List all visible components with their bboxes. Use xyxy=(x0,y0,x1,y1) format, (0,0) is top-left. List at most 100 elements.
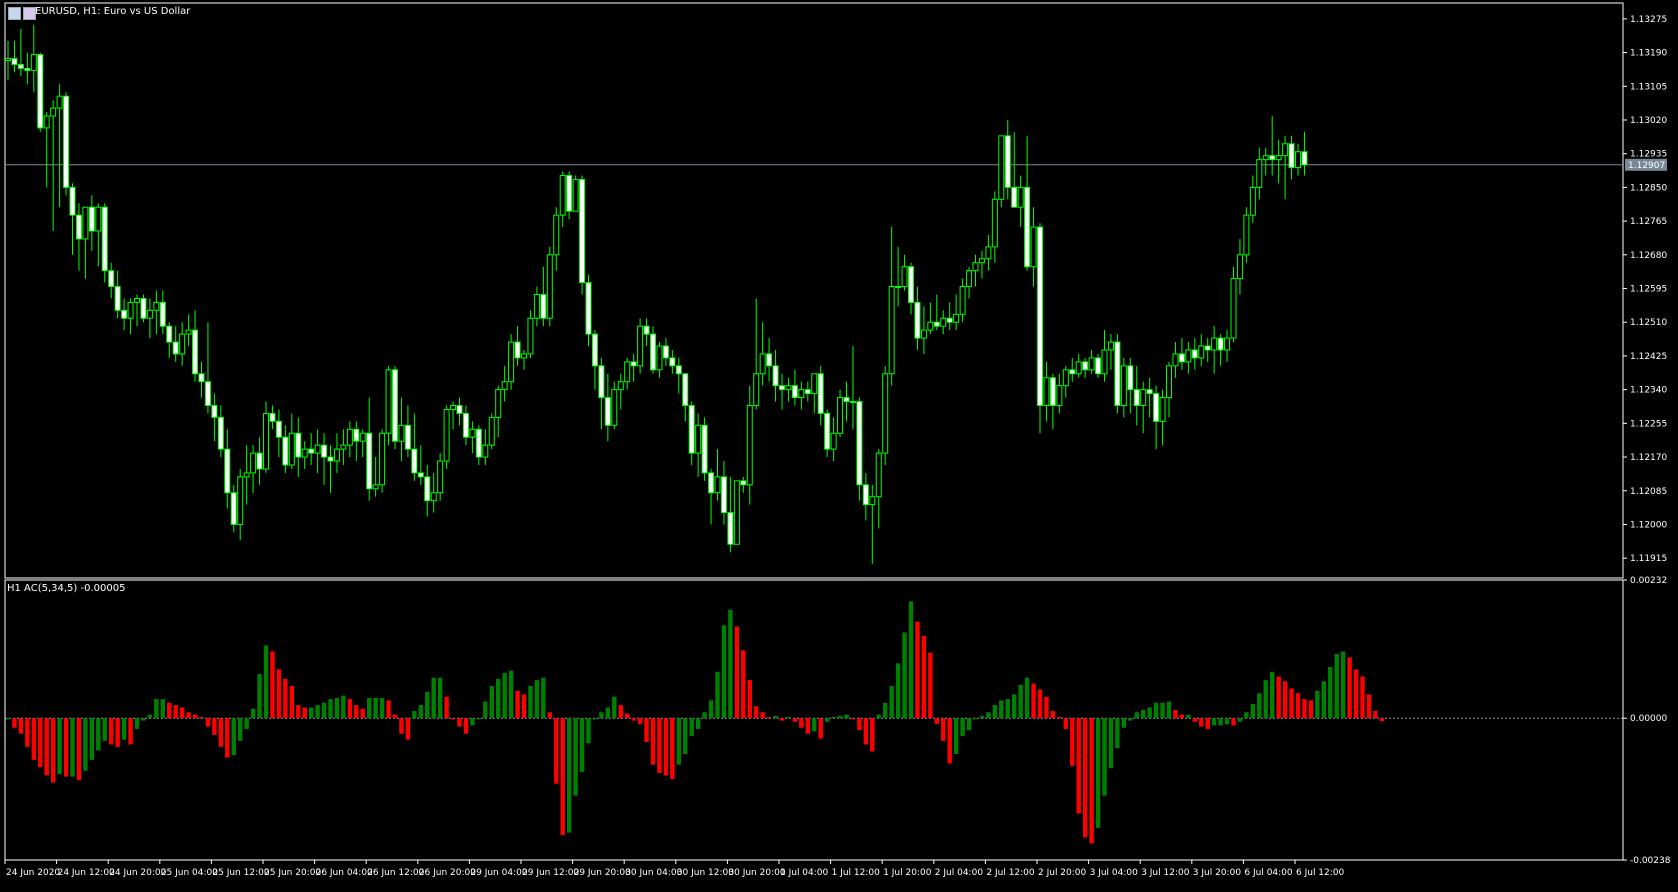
candle-body xyxy=(282,436,289,466)
ac-bar xyxy=(89,718,95,760)
ac-bar xyxy=(296,705,301,719)
candle-body xyxy=(966,270,973,288)
candle-body xyxy=(598,365,605,399)
candle-body xyxy=(153,301,160,311)
candle-body xyxy=(1011,186,1018,208)
time-tick-label: 1 Jul 12:00 xyxy=(832,868,881,878)
candle-body xyxy=(882,373,889,454)
candle-body xyxy=(1236,254,1243,280)
ac-bar xyxy=(1102,718,1107,796)
candle-body xyxy=(746,405,753,486)
ac-bar xyxy=(812,718,817,732)
ac-bar xyxy=(257,674,262,719)
ac-bar xyxy=(689,718,694,737)
time-tick-label: 26 Jun 12:00 xyxy=(367,868,424,878)
candle-body xyxy=(791,385,798,399)
candle-body xyxy=(572,178,579,212)
candle-body xyxy=(837,397,844,434)
time-tick-label: 6 Jul 04:00 xyxy=(1244,868,1293,878)
candle-body xyxy=(759,353,766,375)
candle-body xyxy=(1295,151,1301,169)
candle-body xyxy=(1062,369,1069,387)
ac-bar xyxy=(618,705,623,719)
ac-bar xyxy=(205,718,211,727)
candle-body xyxy=(1269,155,1276,161)
candle-body xyxy=(1101,349,1108,375)
ac-bar xyxy=(1250,703,1256,719)
ac-bar xyxy=(1160,702,1165,719)
ac-bar xyxy=(1224,718,1230,725)
candle-body xyxy=(540,293,547,319)
candle-body xyxy=(146,309,153,319)
ac-bar xyxy=(857,718,862,731)
candle-body xyxy=(462,412,469,438)
candle-body xyxy=(669,357,676,367)
ac-bar xyxy=(238,718,243,741)
ac-bar xyxy=(367,697,372,719)
ac-bar xyxy=(354,705,359,719)
ac-bar xyxy=(1321,681,1326,719)
price-tick-label: 1.13105 xyxy=(1630,82,1667,92)
candle-body xyxy=(1211,337,1218,351)
ac-bar xyxy=(218,718,224,747)
candle-body xyxy=(1114,341,1121,407)
ac-bar xyxy=(708,700,714,719)
ac-bar xyxy=(63,718,69,777)
candle-body xyxy=(204,381,211,407)
candle-body xyxy=(417,472,424,478)
ac-bar xyxy=(1179,714,1185,719)
ac-bar xyxy=(1057,717,1062,719)
time-tick-label: 24 Jun 12:00 xyxy=(58,868,115,878)
candle-body xyxy=(849,401,856,404)
candle-body xyxy=(50,107,57,117)
candle-body xyxy=(1178,353,1185,363)
candle-body xyxy=(559,175,566,216)
ac-bar xyxy=(625,713,630,719)
ac-bar xyxy=(57,718,62,775)
candle-body xyxy=(1088,357,1095,371)
time-tick-label: 30 Jun 12:00 xyxy=(677,868,734,878)
candle-body xyxy=(1172,353,1179,367)
ac-bar xyxy=(1276,676,1281,719)
ac-bar xyxy=(818,718,823,739)
ac-bar xyxy=(992,705,998,719)
candle-body xyxy=(1082,361,1089,371)
ac-bar xyxy=(1315,690,1320,719)
candle-body xyxy=(546,254,553,319)
candle-body xyxy=(488,416,495,446)
candle-body xyxy=(875,452,882,498)
ac-bar xyxy=(637,718,643,725)
candle-body xyxy=(1127,365,1134,391)
ac-bar xyxy=(657,718,662,774)
ac-bar xyxy=(1328,666,1333,719)
candle-body xyxy=(617,381,624,391)
candle-body xyxy=(114,286,121,311)
ac-bar xyxy=(876,714,881,719)
price-tick-label: 1.12340 xyxy=(1630,386,1667,396)
ac-bar xyxy=(1050,711,1056,719)
candle-body xyxy=(172,341,179,355)
candle-body xyxy=(501,381,508,391)
time-tick-label: 2 Jul 04:00 xyxy=(935,868,984,878)
candle-body xyxy=(450,405,457,410)
time-tick-label: 29 Jun 20:00 xyxy=(574,868,631,878)
ac-bar xyxy=(96,718,101,751)
candle-body xyxy=(314,444,321,454)
candle-body xyxy=(527,317,534,355)
ac-bar xyxy=(1147,707,1152,719)
ac-bar xyxy=(476,718,482,720)
chart-canvas[interactable]: 1.13275 1.13190 1.13105 1.13020 1.12935 1.128… xyxy=(0,0,1678,888)
candle-body xyxy=(824,412,831,450)
candle-body xyxy=(888,286,895,375)
ac-bar xyxy=(1141,709,1146,719)
ac-bar xyxy=(76,718,82,781)
candle-body xyxy=(656,345,663,371)
ac-bar xyxy=(715,671,720,719)
ac-bar xyxy=(1121,718,1127,728)
candle-body xyxy=(1249,186,1256,216)
ac-bar xyxy=(173,705,178,719)
ac-bar xyxy=(225,718,230,758)
ac-bar xyxy=(986,712,991,719)
candle-body xyxy=(243,472,250,478)
price-tick-label: 1.11915 xyxy=(1630,554,1667,564)
